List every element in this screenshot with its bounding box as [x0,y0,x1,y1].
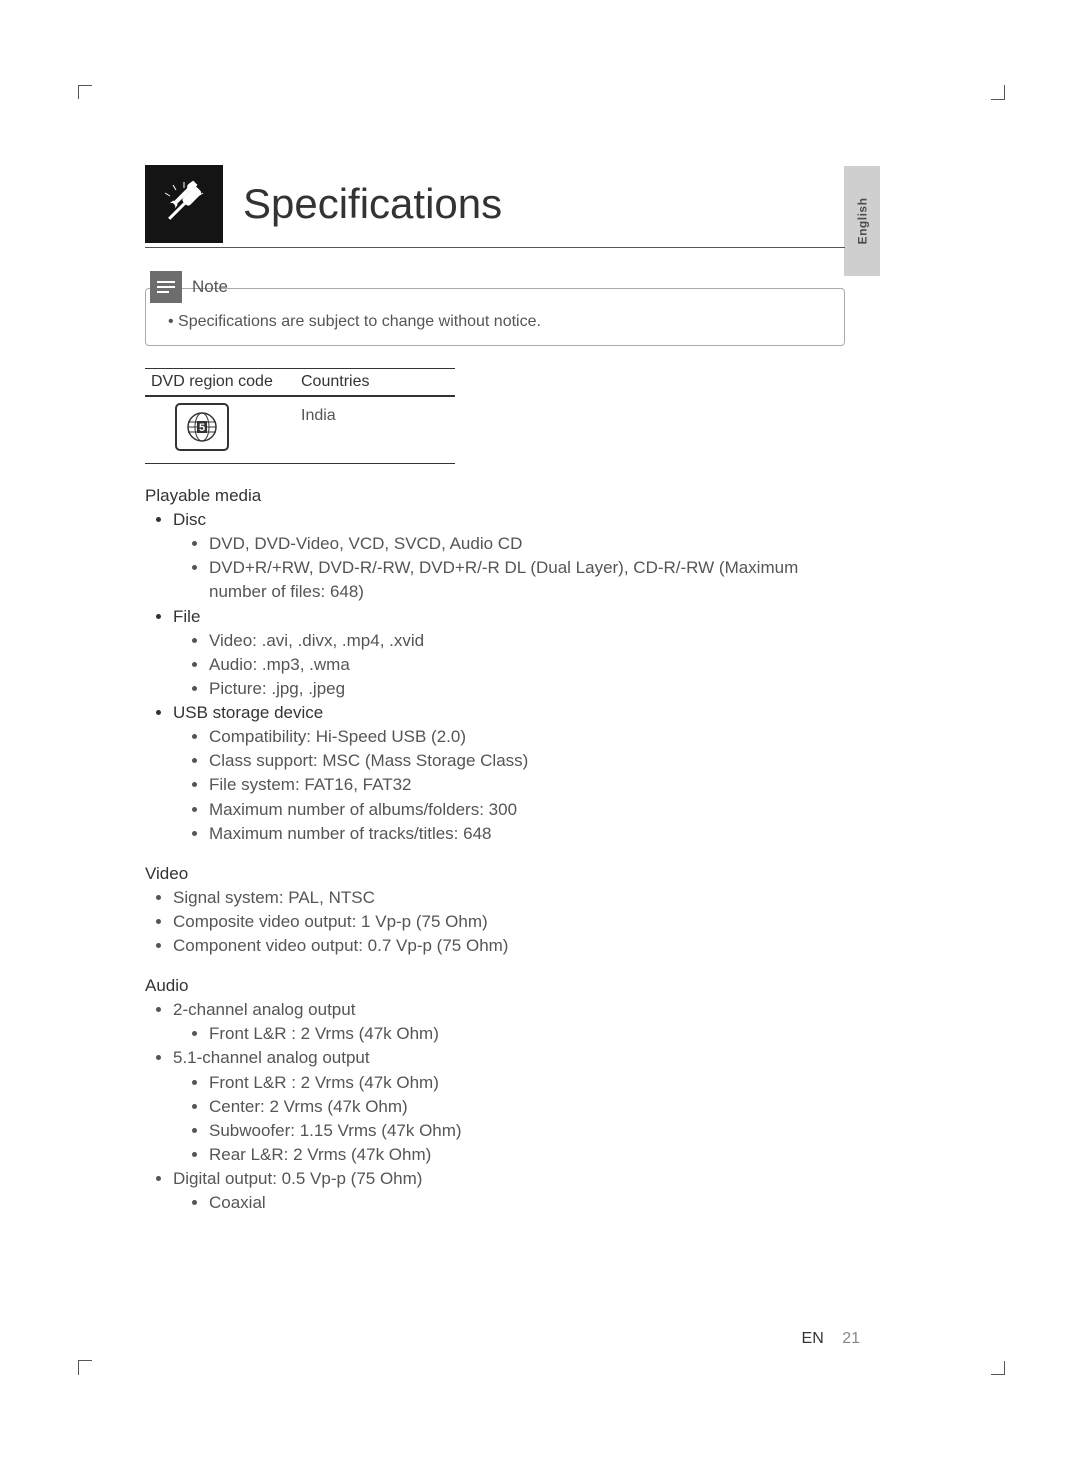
section-heading-audio: Audio [145,976,845,996]
list-item: Front L&R : 2 Vrms (47k Ohm) [209,1022,845,1046]
five-channel-label: 5.1-channel analog output [173,1048,370,1067]
region-header-code: DVD region code [145,373,301,391]
page-footer: EN 21 [802,1330,860,1348]
list-item: Composite video output: 1 Vp-p (75 Ohm) [173,910,845,934]
list-item: 2-channel analog output Front L&R : 2 Vr… [173,998,845,1046]
crop-mark [78,85,100,107]
list-item: Maximum number of albums/folders: 300 [209,798,845,822]
language-tab-label: English [855,198,869,245]
list-item: Coaxial [209,1191,845,1215]
svg-text:5: 5 [199,422,205,434]
region-header-countries: Countries [301,373,455,391]
note-label: Note [192,277,228,297]
list-item: Signal system: PAL, NTSC [173,886,845,910]
note-box: Note Specifications are subject to chang… [145,288,845,346]
list-item: Subwoofer: 1.15 Vrms (47k Ohm) [209,1119,845,1143]
list-item: Center: 2 Vrms (47k Ohm) [209,1095,845,1119]
list-item: Disc DVD, DVD-Video, VCD, SVCD, Audio CD… [173,508,845,605]
list-item: USB storage device Compatibility: Hi-Spe… [173,701,845,846]
note-text: Specifications are subject to change wit… [146,303,844,345]
region-country: India [301,403,455,425]
list-item: Audio: .mp3, .wma [209,653,845,677]
section-heading-playable: Playable media [145,486,845,506]
list-item: Video: .avi, .divx, .mp4, .xvid [209,629,845,653]
list-item: Picture: .jpg, .jpeg [209,677,845,701]
list-item: Front L&R : 2 Vrms (47k Ohm) [209,1071,845,1095]
region-table: DVD region code Countries 5 India [145,368,455,464]
crop-mark [983,1353,1005,1375]
list-item: DVD, DVD-Video, VCD, SVCD, Audio CD [209,532,845,556]
list-item: Class support: MSC (Mass Storage Class) [209,749,845,773]
list-item: File system: FAT16, FAT32 [209,773,845,797]
footer-page-number: 21 [842,1330,860,1347]
list-item: Maximum number of tracks/titles: 648 [209,822,845,846]
list-item: DVD+R/+RW, DVD-R/-RW, DVD+R/-R DL (Dual … [209,556,845,604]
list-item: Component video output: 0.7 Vp-p (75 Ohm… [173,934,845,958]
disc-label: Disc [173,510,206,529]
list-item: Rear L&R: 2 Vrms (47k Ohm) [209,1143,845,1167]
list-item: Compatibility: Hi-Speed USB (2.0) [209,725,845,749]
section-heading-video: Video [145,864,845,884]
two-channel-label: 2-channel analog output [173,1000,355,1019]
region-code-icon: 5 [175,403,229,451]
footer-lang: EN [802,1330,824,1347]
list-item: 5.1-channel analog output Front L&R : 2 … [173,1046,845,1167]
file-label: File [173,607,200,626]
usb-label: USB storage device [173,703,323,722]
digital-output-label: Digital output: 0.5 Vp-p (75 Ohm) [173,1169,422,1188]
page-header: Specifications [145,165,845,248]
note-icon [150,271,182,303]
crop-mark [78,1353,100,1375]
page-title: Specifications [243,183,502,225]
tools-icon [145,165,223,243]
list-item: File Video: .avi, .divx, .mp4, .xvid Aud… [173,605,845,702]
list-item: Digital output: 0.5 Vp-p (75 Ohm) Coaxia… [173,1167,845,1215]
crop-mark [983,85,1005,107]
language-tab: English [844,166,880,276]
